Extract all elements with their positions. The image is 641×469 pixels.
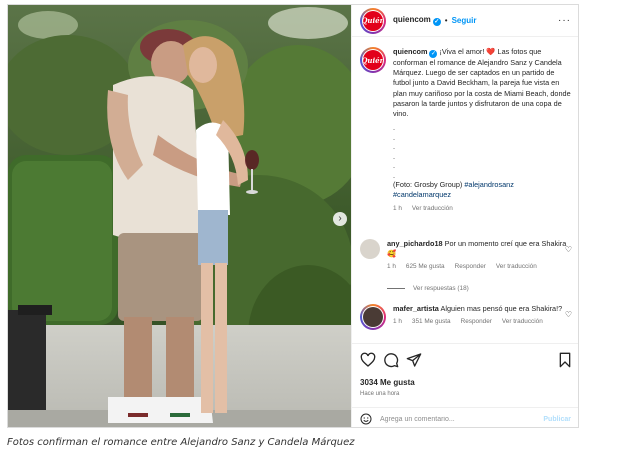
comment-meta: 1 h 351 Me gusta Responder Ver traducción [393, 317, 572, 327]
caption-text-block: quiencom ✓ ¡Viva el amor! ❤️ Las fotos qu… [393, 47, 572, 214]
dot-line: . [393, 123, 396, 133]
reply-link[interactable]: Responder [455, 263, 486, 270]
comment-item: any_pichardo18 Por un momento creí que e… [360, 239, 572, 294]
likes-count[interactable]: 351 Me gusta [412, 318, 451, 325]
comment-item: mafer_artista Alguien mas pensó que era … [360, 304, 572, 330]
comment-text: Alguien mas pensó que era Shakira!? [440, 304, 563, 313]
chevron-right-icon: › [338, 213, 342, 224]
post-timestamp[interactable]: Hace una hora [360, 391, 399, 397]
timestamp[interactable]: 1 h [387, 263, 396, 270]
instagram-post-embed: › Quién quiencom✓ • Seguir ··· Quién qui… [7, 4, 579, 428]
hashtag-link[interactable]: #candelamarquez [393, 190, 572, 200]
translate-link[interactable]: Ver traducción [412, 205, 453, 212]
comment-text-block: mafer_artista Alguien mas pensó que era … [393, 304, 572, 330]
comment-icon[interactable] [383, 352, 399, 368]
caption-entry: Quién quiencom✓ ¡Viva el amor! ❤️ Las fo… [360, 47, 572, 214]
caption-dots: . . . . . . [393, 123, 572, 180]
caption-text: ¡Viva el amor! ❤️ Las fotos que conforma… [393, 47, 571, 119]
post-sidebar: Quién quiencom✓ • Seguir ··· Quién quien… [351, 5, 578, 427]
view-replies-link[interactable]: Ver respuestas (18) [387, 284, 567, 294]
username-link[interactable]: quiencom ✓ [393, 15, 441, 26]
share-icon[interactable] [406, 352, 422, 368]
caption-credit-line: (Foto: Grosby Group) #alejandrosanz [393, 180, 572, 190]
avatar[interactable]: Quién [360, 7, 386, 34]
view-replies-label[interactable]: Ver respuestas (18) [413, 284, 469, 294]
avatar[interactable] [360, 239, 380, 259]
verified-icon: ✓ [429, 50, 438, 58]
brand-logo: Quién [363, 16, 383, 25]
timestamp[interactable]: 1 h [393, 318, 402, 325]
image-caption: Fotos confirman el romance entre Alejand… [7, 437, 355, 448]
next-photo-button[interactable]: › [333, 212, 347, 226]
divider [387, 288, 405, 290]
heart-icon[interactable]: ♡ [565, 245, 572, 254]
publish-button[interactable]: Publicar [543, 416, 571, 423]
comment-input[interactable] [380, 415, 530, 423]
verified-icon: ✓ [432, 18, 441, 26]
more-options-icon[interactable]: ··· [558, 15, 571, 26]
dot-line: . [393, 142, 396, 152]
reply-link[interactable]: Responder [461, 318, 492, 325]
post-photo[interactable]: › [8, 5, 351, 427]
caption-meta: 1 h Ver traducción [393, 204, 572, 214]
likes-count[interactable]: 625 Me gusta [406, 263, 445, 270]
comments-list[interactable]: Quién quiencom✓ ¡Viva el amor! ❤️ Las fo… [352, 41, 578, 341]
post-header: Quién quiencom✓ • Seguir ··· [352, 5, 578, 37]
dot-line: . [393, 161, 396, 171]
heart-icon[interactable] [360, 352, 376, 368]
likes-count[interactable]: 3034 Me gusta [360, 378, 415, 387]
emoji-icon[interactable] [360, 413, 372, 425]
post-actions: 3034 Me gusta Hace una hora Publicar [352, 343, 578, 427]
comment-text-block: any_pichardo18 Por un momento creí que e… [387, 239, 567, 294]
photo-credit: (Foto: Grosby Group) [393, 180, 463, 190]
username-text[interactable]: quiencom [393, 15, 431, 24]
comment-username[interactable]: mafer_artista [393, 304, 439, 313]
brand-logo: Quién [363, 55, 383, 65]
heart-icon[interactable]: ♡ [565, 310, 572, 319]
bookmark-icon[interactable] [557, 352, 573, 368]
translate-link[interactable]: Ver traducción [502, 318, 543, 325]
dot-line: . [393, 151, 396, 161]
separator-dot: • [444, 16, 448, 25]
dot-line: . [393, 132, 396, 142]
comment-meta: 1 h 625 Me gusta Responder Ver traducción [387, 262, 567, 272]
timestamp[interactable]: 1 h [393, 205, 402, 212]
comment-username[interactable]: any_pichardo18 [387, 239, 443, 248]
avatar[interactable]: Quién [360, 47, 386, 73]
caption-username[interactable]: quiencom [393, 47, 427, 56]
follow-button[interactable]: Seguir [452, 16, 477, 25]
dot-line: . [393, 170, 396, 180]
hashtag-link[interactable]: #alejandrosanz [464, 180, 514, 189]
avatar[interactable] [360, 304, 386, 330]
comment-composer: Publicar [352, 407, 578, 427]
couple-photo [8, 5, 351, 427]
translate-link[interactable]: Ver traducción [496, 263, 537, 270]
